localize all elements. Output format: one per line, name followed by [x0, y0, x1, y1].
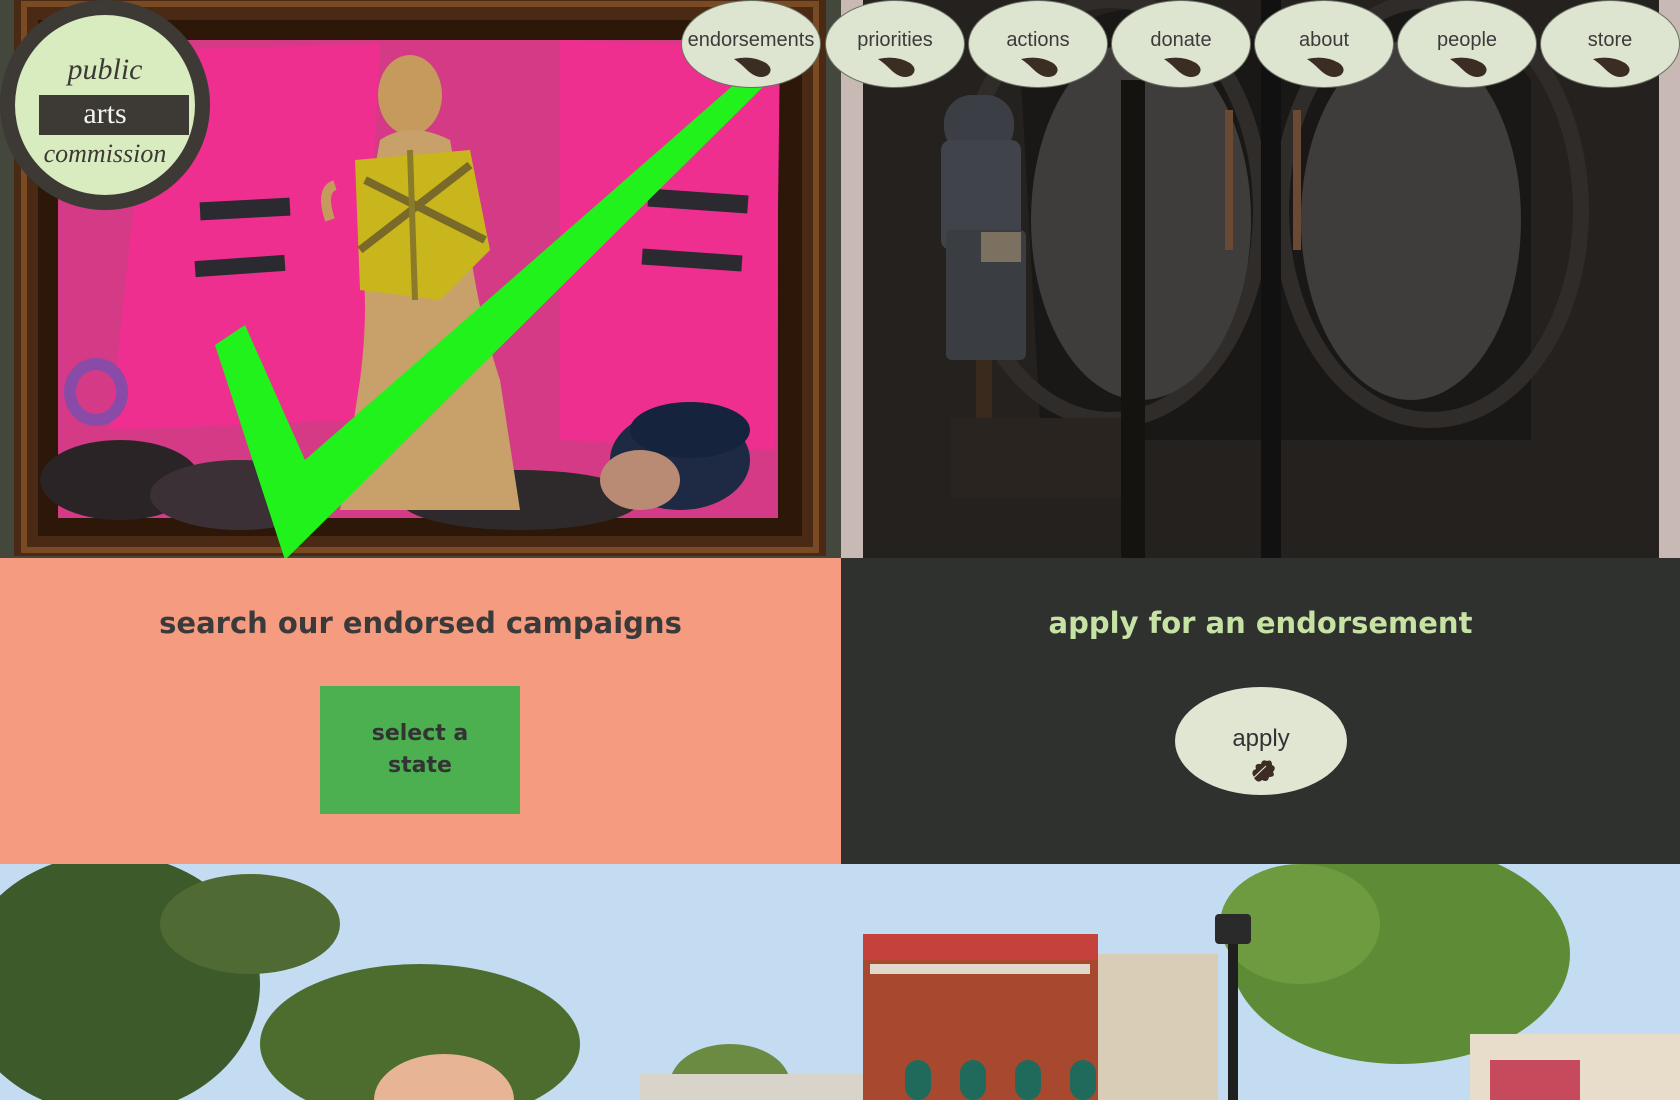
endorsed-campaigns-section: search our endorsed campaigns select a s…	[0, 558, 841, 864]
leaf-icon	[1164, 57, 1201, 77]
nav-item-label: people	[1436, 29, 1498, 51]
nav-item-donate[interactable]: donate	[1111, 0, 1251, 88]
nav-item-label: about	[1298, 29, 1350, 51]
main-nav: endorsements priorities actions donate a…	[0, 0, 1680, 90]
leaf-icon	[878, 57, 915, 77]
leaf-icon	[1307, 57, 1344, 77]
logo-text-arts: arts	[83, 97, 127, 130]
nav-item-store[interactable]: store	[1540, 0, 1680, 88]
leaf-icon	[1593, 57, 1630, 77]
street-photo	[0, 864, 1680, 1100]
nav-item-label: actions	[1006, 29, 1070, 51]
logo-text-commission: commission	[43, 139, 167, 168]
apply-section: apply for an endorsement apply	[841, 558, 1680, 864]
nav-item-label: store	[1587, 29, 1633, 51]
oak-leaf-icon	[1245, 760, 1275, 786]
street-scene-photo	[0, 864, 1680, 1100]
leaf-icon	[1450, 57, 1487, 77]
apply-title: apply for an endorsement	[1048, 606, 1473, 640]
nav-item-actions[interactable]: actions	[968, 0, 1108, 88]
endorsed-campaigns-title: search our endorsed campaigns	[159, 606, 682, 640]
nav-item-people[interactable]: people	[1397, 0, 1537, 88]
apply-button[interactable]: apply	[1175, 687, 1347, 795]
leaf-icon	[734, 57, 771, 77]
nav-item-about[interactable]: about	[1254, 0, 1394, 88]
select-state-button[interactable]: select a state	[320, 686, 520, 814]
logo-text-public: public	[67, 53, 143, 86]
logo-badge: public arts commission	[15, 15, 195, 195]
nav-item-label: endorsements	[687, 29, 815, 51]
nav-item-endorsements[interactable]: endorsements	[681, 0, 821, 88]
leaf-icon	[1021, 57, 1058, 77]
apply-button-label: apply	[1232, 725, 1290, 752]
nav-item-priorities[interactable]: priorities	[825, 0, 965, 88]
nav-item-label: donate	[1150, 29, 1212, 51]
site-logo[interactable]: public arts commission	[0, 0, 210, 210]
nav-item-label: priorities	[857, 29, 933, 51]
